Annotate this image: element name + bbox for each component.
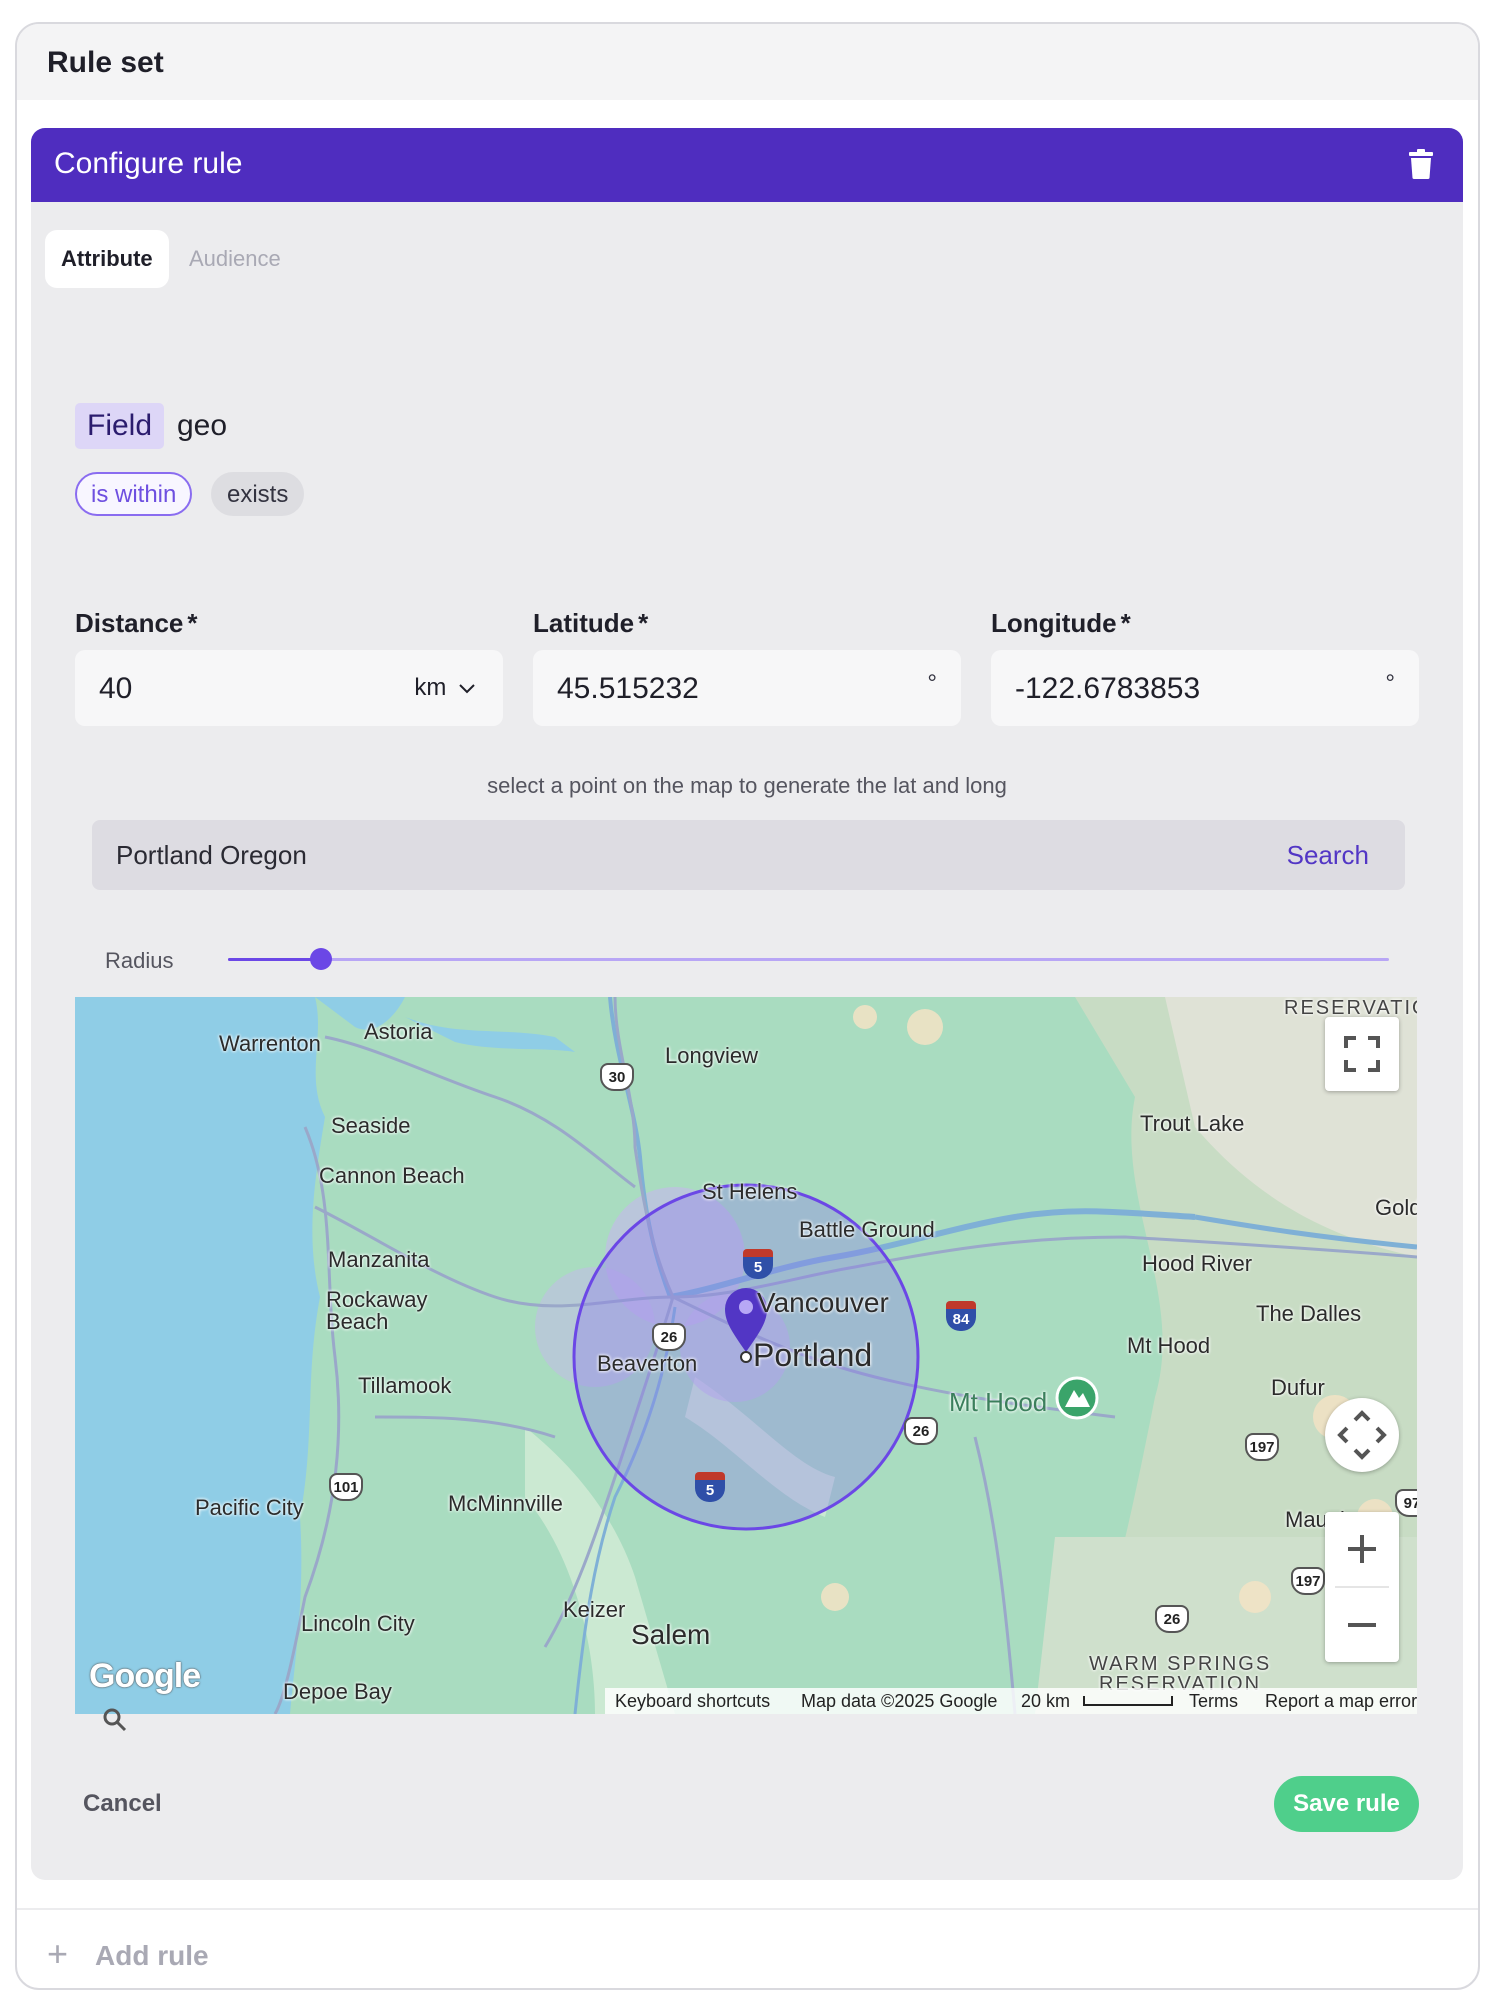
move-arrows-icon [1337,1410,1387,1460]
rule-set-header: Rule set [17,24,1478,100]
map-label-beach: Beach [326,1309,389,1334]
chevron-down-icon [459,683,475,694]
map-label-vancouver: Vancouver [757,1287,889,1318]
longitude-field[interactable]: -122.6783853 ° [991,650,1419,726]
map-label-salem: Salem [631,1619,711,1650]
highway-shield-us26-south: 26 [1155,1605,1189,1633]
map-label-astoria: Astoria [364,1019,433,1044]
search-button[interactable]: Search [1287,840,1369,871]
map-label-lincoln-city: Lincoln City [301,1611,415,1636]
fullscreen-icon [1344,1036,1380,1072]
report-map-error-link[interactable]: Report a map error [1265,1691,1417,1712]
latitude-label: Latitude * [533,608,649,638]
fullscreen-button[interactable] [1325,1017,1399,1091]
zoom-control [1325,1512,1399,1662]
map-label-mcminnville: McMinnville [448,1491,563,1516]
distance-value: 40 [99,672,133,705]
map-label-trout-lake: Trout Lake [1140,1111,1245,1136]
search-value: Portland Oregon [116,840,307,870]
map-label-gold: Gold [1375,1195,1417,1220]
location-search-input[interactable]: Portland Oregon Search [92,820,1405,890]
highway-shield-us197-a: 197 [1245,1433,1279,1461]
map-label-st-helens: St Helens [702,1179,798,1204]
map-label-seaside: Seaside [331,1113,411,1138]
degree-suffix: ° [1385,670,1395,697]
operator-exists[interactable]: exists [211,472,305,516]
scale-bar [1083,1696,1173,1706]
google-logo: Google [89,1657,201,1695]
configure-rule-title: Configure rule [54,147,243,180]
zoom-in-button[interactable] [1325,1512,1399,1586]
map-label-portland: Portland [753,1337,873,1373]
latitude-value: 45.515232 [557,672,699,705]
map-label-dufur: Dufur [1271,1375,1325,1400]
unit-select[interactable]: km [414,674,475,702]
highway-shield-us197-b: 197 [1291,1567,1325,1595]
radius-slider-thumb[interactable] [309,948,332,970]
longitude-label: Longitude * [991,608,1131,638]
longitude-value: -122.6783853 [1015,672,1201,705]
highway-shield-us101: 101 [329,1473,363,1501]
highway-shield-us26-west: 26 [652,1323,686,1351]
map-label-hood-river: Hood River [1142,1251,1253,1276]
minus-icon [1348,1623,1376,1627]
map-label-battle-ground: Battle Ground [799,1217,935,1242]
configure-rule-panel: Configure rule Attribute Audience Field … [31,128,1463,1880]
radius-slider[interactable] [228,948,1389,970]
plus-icon [1348,1535,1376,1563]
map-label-mt-hood-park: Mt Hood [949,1387,1048,1417]
map-label-manzanita: Manzanita [328,1247,430,1272]
map-attribution-bar: Keyboard shortcuts Map data ©2025 Google… [605,1688,1417,1714]
scale-text: 20 km [1021,1691,1071,1711]
rule-set-card: Rule set Configure rule Attribute Audien… [15,22,1480,1990]
trash-icon[interactable] [1407,148,1435,180]
save-rule-button[interactable]: Save rule [1274,1776,1419,1832]
divider [17,1908,1478,1910]
map-label-the-dalles: The Dalles [1256,1301,1362,1326]
latitude-field[interactable]: 45.515232 ° [533,650,961,726]
highway-shield-us30: 30 [600,1063,634,1091]
distance-field[interactable]: 40 km [75,650,503,726]
highway-shield-i5-south: 5 [695,1472,725,1502]
field-chip: Field [75,403,165,449]
map-hint: select a point on the map to generate th… [487,773,1007,798]
configure-rule-header: Configure rule [31,128,1463,202]
add-rule-label: Add rule [95,1940,209,1971]
map-label-pacific-city: Pacific City [195,1495,304,1520]
map-view[interactable]: Warrenton Astoria Longview Seaside Canno… [75,997,1417,1714]
radius-label: Radius [105,948,174,973]
map-label-warrenton: Warrenton [219,1031,321,1056]
camera-control-button[interactable] [1325,1398,1399,1472]
cancel-button[interactable]: Cancel [83,1790,162,1818]
degree-suffix: ° [927,670,937,697]
terms-link[interactable]: Terms [1189,1691,1238,1712]
highway-shield-us26-east: 26 [904,1417,938,1445]
operator-is-within[interactable]: is within [75,472,193,516]
map-label-beaverton: Beaverton [597,1351,698,1376]
map-label-mt-hood-town: Mt Hood [1127,1333,1211,1358]
map-label-longview: Longview [665,1043,758,1068]
distance-label: Distance * [75,608,198,638]
map-label-cannon-beach: Cannon Beach [319,1163,465,1188]
map-label-keizer: Keizer [563,1597,626,1622]
search-icon[interactable] [101,1706,129,1734]
tab-attribute[interactable]: Attribute [45,230,169,288]
map-terrain [75,997,1417,1714]
highway-shield-i5-north: 5 [743,1249,773,1279]
plus-icon: + [47,1933,69,1974]
map-label-depoe-bay: Depoe Bay [283,1679,392,1704]
zoom-out-button[interactable] [1325,1588,1399,1662]
map-label-tillamook: Tillamook [358,1373,452,1398]
field-value: geo [177,409,228,442]
rule-set-title: Rule set [47,46,164,79]
mountain-icon [1055,1376,1099,1420]
radius-slider-fill [228,958,321,961]
map-data-text: Map data ©2025 Google [801,1691,998,1711]
tab-audience[interactable]: Audience [173,230,297,288]
highway-shield-i84: 84 [946,1301,976,1331]
keyboard-shortcuts-link[interactable]: Keyboard shortcuts [615,1691,770,1712]
